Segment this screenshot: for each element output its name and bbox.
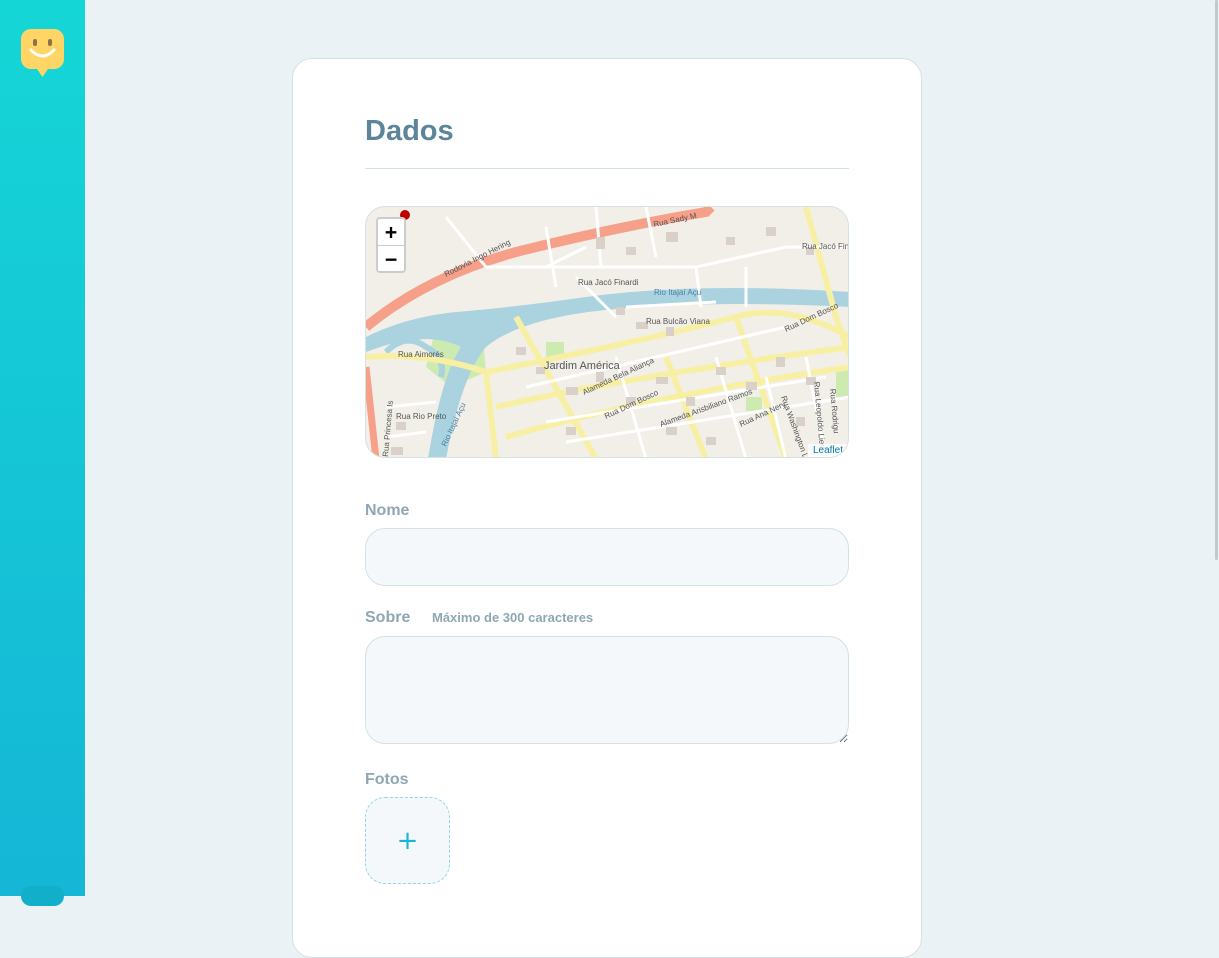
map-label: Rua Rio Preto bbox=[396, 412, 447, 421]
zoom-out-button[interactable]: − bbox=[378, 245, 404, 271]
page-title: Dados bbox=[365, 115, 454, 147]
about-textarea[interactable] bbox=[365, 636, 849, 744]
map-attribution-link[interactable]: Leaflet bbox=[807, 444, 848, 457]
location-map[interactable]: Rodovia Ingo Hering Rua Sady M Rua Jacó … bbox=[365, 206, 849, 458]
sidebar-back-button[interactable] bbox=[21, 886, 64, 906]
form-card: Dados Rodovia Ingo Hering Rua Sady M Rua… bbox=[292, 58, 922, 958]
sidebar bbox=[0, 0, 85, 906]
map-label: Rua Aimorés bbox=[398, 350, 444, 359]
about-label: Sobre bbox=[365, 609, 411, 626]
name-input[interactable] bbox=[365, 528, 849, 586]
map-tiles[interactable]: Rodovia Ingo Hering Rua Sady M Rua Jacó … bbox=[366, 207, 849, 458]
about-char-limit-note: Máximo de 300 caracteres bbox=[432, 610, 594, 625]
scrollbar[interactable] bbox=[1213, 0, 1219, 896]
scrollbar-thumb[interactable] bbox=[1215, 0, 1218, 560]
park-area bbox=[746, 397, 762, 411]
map-label: Rio Itajaí Açu bbox=[654, 288, 701, 297]
photos-label: Fotos bbox=[365, 771, 409, 788]
title-divider bbox=[365, 168, 849, 169]
map-label: Rua Bulcão Viana bbox=[646, 317, 710, 326]
zoom-control: + − bbox=[376, 217, 406, 273]
plus-icon: + bbox=[396, 825, 419, 856]
smile-chat-icon[interactable] bbox=[21, 29, 64, 77]
zoom-in-button[interactable]: + bbox=[378, 219, 404, 245]
map-label: Rua Jacó Finardi bbox=[802, 242, 849, 251]
add-photo-button[interactable]: + bbox=[365, 797, 450, 884]
map-label: Rua Jacó Finardi bbox=[578, 278, 639, 287]
name-label: Nome bbox=[365, 502, 410, 519]
map-label: Jardim América bbox=[544, 360, 621, 372]
